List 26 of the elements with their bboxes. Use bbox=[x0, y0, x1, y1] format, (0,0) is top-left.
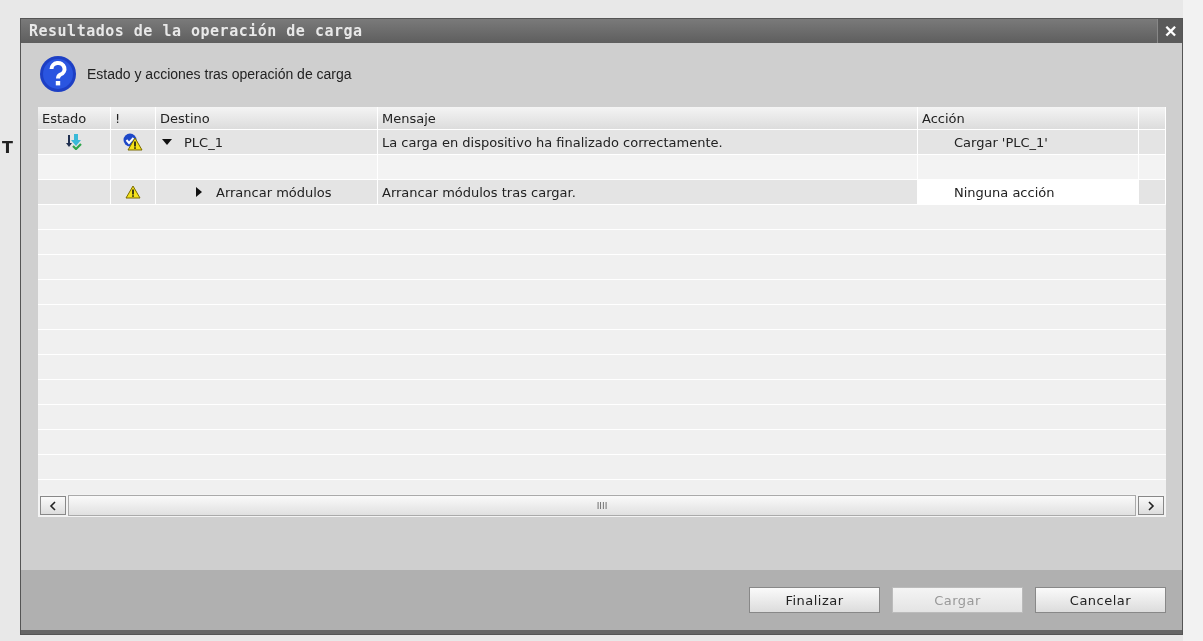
dialog-button[interactable]: Finalizar bbox=[749, 587, 880, 613]
action-cell[interactable]: Ninguna acción bbox=[918, 180, 1139, 204]
chevron-right-icon bbox=[1147, 500, 1155, 511]
table-row[interactable]: Arrancar módulos Arrancar módulos tras cargar. Ninguna acción bbox=[38, 180, 1166, 205]
column-header[interactable]: Estado bbox=[38, 107, 111, 129]
scroll-left-button[interactable] bbox=[40, 496, 66, 515]
column-header[interactable]: ! bbox=[111, 107, 156, 129]
table-row[interactable]: PLC_1 La carga en dispositivo ha finalizado correctamente. Cargar 'PLC_1' bbox=[38, 130, 1166, 155]
dialog-heading: Estado y acciones tras operación de carga bbox=[87, 66, 352, 82]
action-cell: Cargar 'PLC_1' bbox=[918, 130, 1139, 154]
scrollbar-thumb[interactable]: IIII bbox=[68, 495, 1136, 516]
window-title: Resultados de la operación de carga bbox=[28, 22, 363, 40]
tree-item[interactable]: Arrancar módulos bbox=[156, 180, 378, 204]
dialog-button[interactable]: Cancelar bbox=[1035, 587, 1166, 613]
chevron-left-icon bbox=[49, 500, 57, 511]
close-button[interactable]: ✕ bbox=[1157, 19, 1182, 43]
message-cell: La carga en dispositivo ha finalizado correctamente. bbox=[378, 130, 918, 154]
collapsed-triangle-icon[interactable] bbox=[194, 187, 204, 197]
expanded-triangle-icon[interactable] bbox=[162, 137, 172, 147]
column-header[interactable]: Acción bbox=[918, 107, 1139, 129]
help-question-icon bbox=[39, 55, 77, 93]
column-header[interactable]: Mensaje bbox=[378, 107, 918, 129]
tree-item[interactable]: PLC_1 bbox=[156, 130, 378, 154]
background-text: T bbox=[1, 138, 14, 157]
scroll-right-button[interactable] bbox=[1138, 496, 1164, 515]
column-header[interactable]: Destino bbox=[156, 107, 378, 129]
